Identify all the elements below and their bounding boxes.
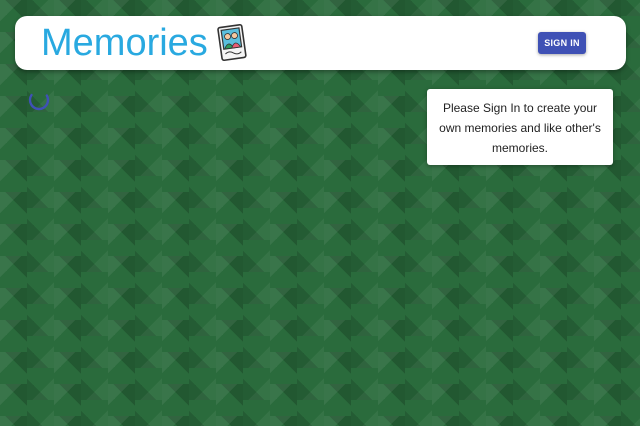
app-bar: Memories SIGN IN — [15, 16, 626, 70]
app-title[interactable]: Memories — [41, 23, 208, 63]
loading-spinner-icon — [28, 89, 50, 111]
sign-in-notice-card: Please Sign In to create your own memori… — [427, 89, 613, 165]
sign-in-button[interactable]: SIGN IN — [538, 32, 586, 54]
sign-in-notice-text: Please Sign In to create your own memori… — [439, 101, 601, 155]
brand[interactable]: Memories — [41, 23, 248, 63]
photo-memories-icon — [217, 23, 247, 62]
